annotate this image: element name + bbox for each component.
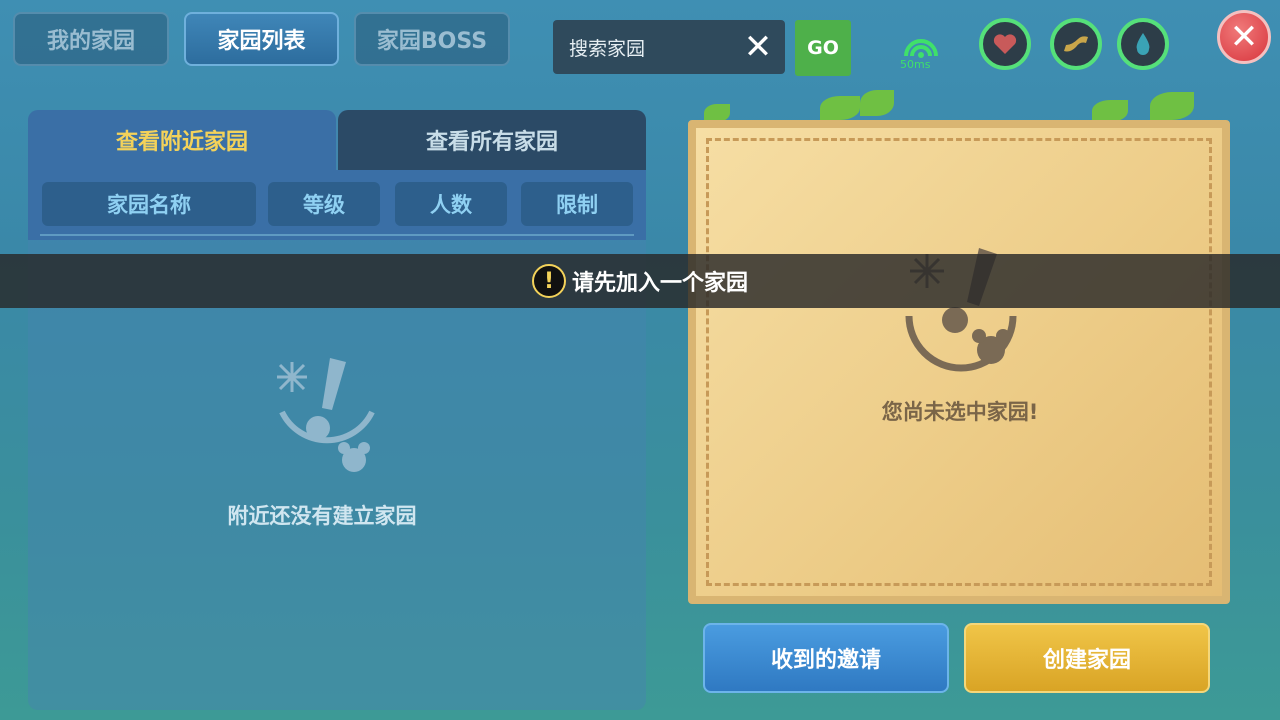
heart-status-button[interactable] xyxy=(979,18,1031,70)
received-invitations-button[interactable]: 收到的邀请 xyxy=(703,623,949,693)
search-placeholder: 搜索家园 xyxy=(569,37,646,60)
toast-text: 请先加入一个家园 xyxy=(571,271,748,296)
empty-state-illustration xyxy=(262,352,382,482)
exclamation-icon: ! xyxy=(531,264,566,298)
heart-icon xyxy=(993,34,1017,54)
close-button[interactable]: ✕ xyxy=(1217,10,1271,64)
wifi-signal-icon xyxy=(904,39,938,58)
strength-status-button[interactable] xyxy=(1050,18,1102,70)
toast-message: ! 请先加入一个家园 xyxy=(0,254,1280,308)
column-players: 人数 xyxy=(395,182,507,226)
column-level: 等级 xyxy=(268,182,380,226)
leaf-decoration xyxy=(1092,100,1128,122)
water-status-button[interactable] xyxy=(1117,18,1169,70)
leaf-decoration xyxy=(1150,92,1194,120)
leaf-decoration xyxy=(820,96,860,120)
empty-list-text: 附近还没有建立家园 xyxy=(227,504,417,528)
leaf-decoration xyxy=(860,90,894,116)
arm-strength-icon xyxy=(1064,36,1088,52)
ping-text: 50ms xyxy=(900,58,931,71)
tab-home-boss[interactable]: 家园BOSS xyxy=(354,12,510,66)
close-x-icon: ✕ xyxy=(743,27,773,67)
network-indicator: 50ms xyxy=(896,30,946,74)
tab-all-homes[interactable]: 查看所有家园 xyxy=(338,110,646,170)
tab-my-home[interactable]: 我的家园 xyxy=(13,12,169,66)
create-home-button[interactable]: 创建家园 xyxy=(964,623,1210,693)
no-selection-text: 您尚未选中家园! xyxy=(881,400,1039,424)
close-icon: ✕ xyxy=(1229,17,1259,57)
divider xyxy=(40,234,634,236)
tab-nearby-homes[interactable]: 查看附近家园 xyxy=(28,110,336,170)
tab-home-list[interactable]: 家园列表 xyxy=(184,12,339,66)
column-home-name: 家园名称 xyxy=(42,182,256,226)
water-drop-icon xyxy=(1136,33,1150,55)
clear-search-button[interactable]: ✕ xyxy=(738,22,778,72)
column-limit: 限制 xyxy=(521,182,633,226)
go-button[interactable]: GO xyxy=(795,20,851,76)
